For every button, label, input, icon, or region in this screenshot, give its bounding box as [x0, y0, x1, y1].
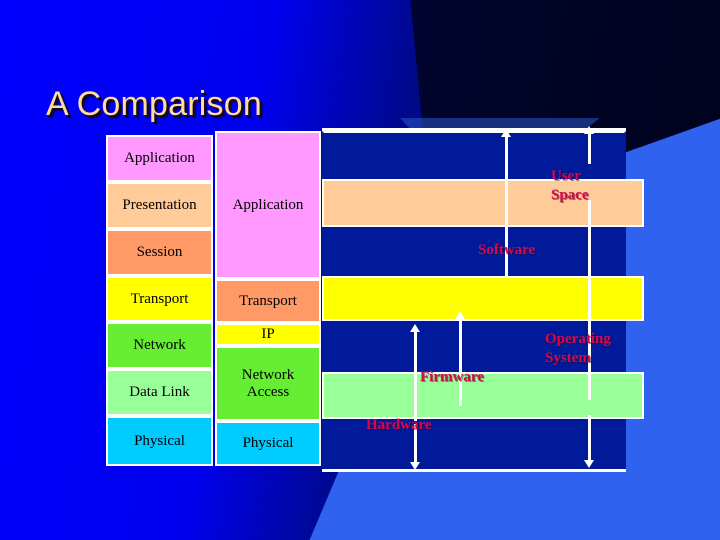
band-transport [322, 276, 644, 321]
comparison-diagram: Application Presentation Session Transpo… [0, 0, 720, 540]
annotation-firmware: Firmware [420, 369, 484, 385]
osi-layer-physical[interactable]: Physical [106, 416, 213, 466]
osi-layer-presentation[interactable]: Presentation [106, 182, 213, 229]
band-session [322, 227, 626, 276]
osi-layer-transport[interactable]: Transport [106, 276, 213, 322]
os-leader-line-top [588, 132, 591, 164]
annotation-hardware: Hardware [366, 417, 432, 433]
slide-canvas: A Comparison Application Presentation Se… [0, 0, 720, 540]
hardware-arrow-down [410, 462, 420, 470]
tcpip-layer-transport[interactable]: Transport [215, 279, 321, 323]
diagram-top-rail [322, 128, 626, 131]
os-leader-line-bottom [588, 415, 591, 462]
firmware-leader-line [414, 331, 417, 421]
osi-layer-session[interactable]: Session [106, 229, 213, 276]
user-space-arrow-up [501, 129, 511, 137]
os-arrow-up [584, 126, 594, 134]
annotation-software: Software [478, 242, 536, 258]
os-leader-line-mid [588, 200, 591, 400]
os-arrow-down [584, 460, 594, 468]
software-lower-line [459, 318, 462, 406]
annotation-operating-system: Operating System [545, 331, 611, 366]
band-presentation [322, 179, 644, 227]
osi-layer-data-link[interactable]: Data Link [106, 369, 213, 416]
annotation-user-space: User Space [551, 168, 589, 203]
tcpip-layer-application[interactable]: Application [215, 131, 321, 279]
tcpip-layer-physical[interactable]: Physical [215, 421, 321, 466]
firmware-arrow-up [410, 324, 420, 332]
tcpip-layer-ip[interactable]: IP [215, 323, 321, 346]
diagram-bottom-rail [322, 469, 626, 472]
osi-layer-application[interactable]: Application [106, 135, 213, 182]
osi-layer-network[interactable]: Network [106, 322, 213, 369]
software-arrow-up [455, 311, 465, 319]
user-space-leader-line [505, 136, 508, 233]
tcpip-layer-network-access[interactable]: Network Access [215, 346, 321, 421]
